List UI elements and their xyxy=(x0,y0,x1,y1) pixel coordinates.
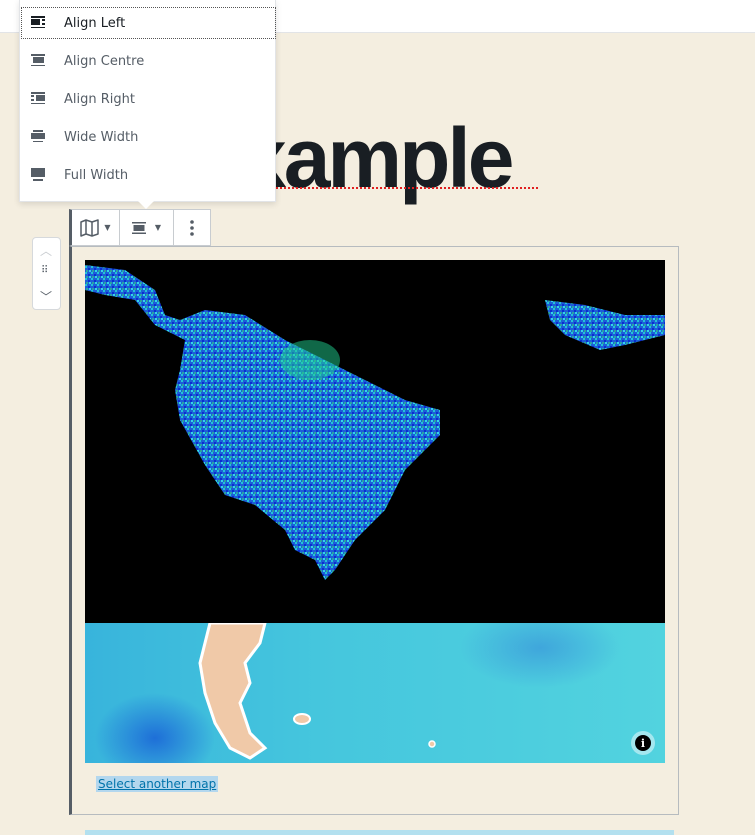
menu-item-label: Align Centre xyxy=(64,53,145,69)
menu-item-align-right[interactable]: Align Right xyxy=(21,83,276,115)
menu-item-label: Full Width xyxy=(64,167,129,183)
align-wide-icon xyxy=(31,130,47,144)
menu-item-wide-width[interactable]: Wide Width xyxy=(21,121,276,153)
block-mover: ︿ ⠿ ﹀ xyxy=(32,237,61,310)
block-toolbar: ▼ ▼ xyxy=(69,209,211,246)
menu-item-full-width[interactable]: Full Width xyxy=(21,159,276,191)
menu-item-label: Align Left xyxy=(64,15,126,31)
vegetation-map-layer[interactable] xyxy=(85,260,665,623)
caret-down-icon: ▼ xyxy=(104,223,111,232)
map-icon xyxy=(80,218,100,237)
post-title[interactable]: xample xyxy=(240,108,514,208)
map-info-button[interactable]: i xyxy=(631,731,655,755)
menu-item-label: Wide Width xyxy=(64,129,139,145)
alignment-dropdown: Align Left Align Centre Align Right Wide… xyxy=(19,0,276,202)
select-another-map-link[interactable]: Select another map xyxy=(96,776,219,792)
align-center-icon xyxy=(31,54,47,68)
chevron-up-icon[interactable]: ︿ xyxy=(40,242,52,259)
menu-item-align-centre[interactable]: Align Centre xyxy=(21,45,276,77)
patagonia-shape xyxy=(198,623,268,760)
drag-handle-icon[interactable]: ⠿ xyxy=(41,265,48,276)
align-full-icon xyxy=(31,168,47,182)
south-america-shape xyxy=(85,265,440,580)
menu-item-label: Align Right xyxy=(64,91,135,107)
dropdown-pointer xyxy=(138,201,154,209)
align-right-icon xyxy=(31,92,47,106)
chevron-down-icon[interactable]: ﹀ xyxy=(40,288,52,305)
caret-down-icon: ▼ xyxy=(154,223,162,232)
more-options-button[interactable] xyxy=(174,210,210,245)
align-left-icon xyxy=(31,16,47,30)
menu-item-align-left[interactable]: Align Left xyxy=(21,7,276,39)
africa-shape xyxy=(545,300,665,350)
align-center-icon xyxy=(131,221,146,234)
watercolor-map-layer[interactable] xyxy=(85,623,665,763)
more-vertical-icon xyxy=(190,219,194,236)
alignment-button[interactable]: ▼ xyxy=(120,210,174,245)
next-block-edge xyxy=(85,830,674,835)
info-icon: i xyxy=(635,735,651,751)
block-type-button[interactable]: ▼ xyxy=(72,210,120,245)
spellcheck-underline xyxy=(276,187,540,189)
